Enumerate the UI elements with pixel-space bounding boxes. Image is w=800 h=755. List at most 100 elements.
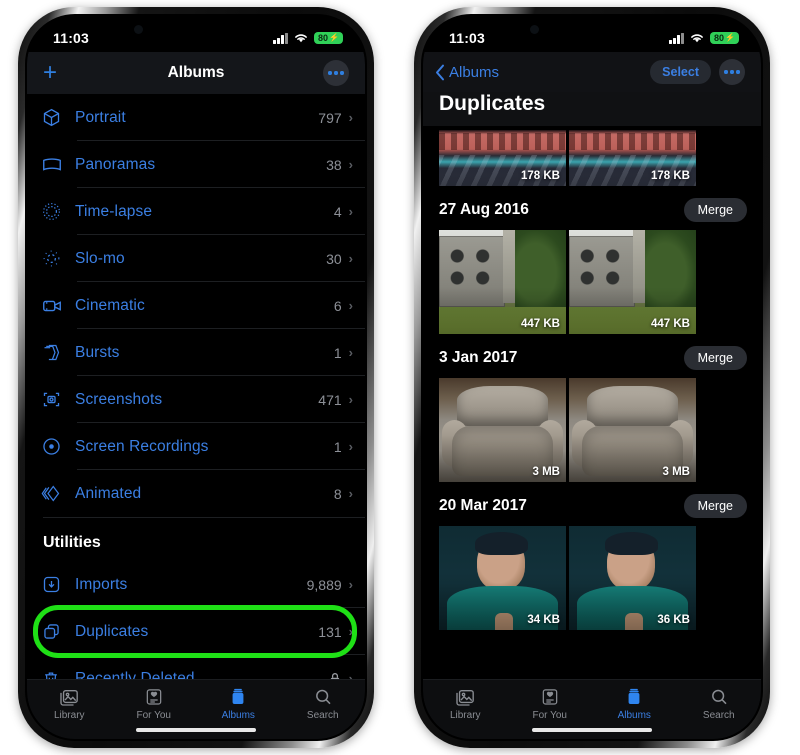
phone-right-bezel: 11:03 80 ⚡ 178 KB 178 KB 27 Aug 2016 Mer… bbox=[421, 14, 763, 741]
album-count: 1 bbox=[333, 344, 342, 361]
tab-library[interactable]: Library bbox=[430, 687, 500, 721]
page-title: Albums bbox=[167, 64, 225, 81]
photo-thumbnail[interactable]: 178 KB bbox=[439, 130, 566, 186]
merge-button[interactable]: Merge bbox=[683, 494, 747, 518]
animated-icon bbox=[41, 483, 75, 504]
duplicates-row-wrapper: Duplicates 131 › bbox=[27, 605, 365, 658]
sidebar-item-imports[interactable]: Imports 9,889 › bbox=[27, 561, 365, 608]
trash-icon bbox=[41, 669, 75, 679]
chevron-right-icon: › bbox=[348, 110, 353, 125]
bursts-icon bbox=[41, 342, 75, 363]
signal-bars-icon bbox=[273, 32, 289, 44]
battery-level: 80 bbox=[318, 32, 329, 43]
sidebar-item-portrait[interactable]: Portrait 797 › bbox=[27, 94, 365, 141]
duplicate-group: 178 KB 178 KB bbox=[423, 130, 761, 186]
duplicates-nav-bar: Albums Select bbox=[423, 52, 761, 92]
sidebar-item-recently-deleted[interactable]: Recently Deleted › bbox=[27, 655, 365, 679]
notch bbox=[122, 16, 270, 46]
album-label: Animated bbox=[75, 484, 142, 502]
front-camera-icon bbox=[530, 25, 539, 34]
chevron-right-icon: › bbox=[348, 486, 353, 501]
sidebar-item-cinematic[interactable]: Cinematic 6 › bbox=[27, 282, 365, 329]
portrait-cube-icon bbox=[41, 107, 75, 128]
album-label: Duplicates bbox=[75, 622, 149, 640]
duplicate-pair[interactable]: 447 KB 447 KB bbox=[439, 230, 761, 334]
duplicate-pair[interactable]: 3 MB 3 MB bbox=[439, 378, 761, 482]
home-indicator[interactable] bbox=[532, 727, 652, 732]
back-button[interactable]: Albums bbox=[435, 64, 499, 81]
duplicate-group-date: 20 Mar 2017 bbox=[439, 497, 527, 514]
more-options-button[interactable] bbox=[323, 60, 349, 86]
tab-for-you[interactable]: For You bbox=[515, 687, 585, 721]
library-icon bbox=[60, 689, 79, 706]
charging-bolt-icon: ⚡ bbox=[329, 33, 339, 42]
signal-bars-icon bbox=[669, 32, 685, 44]
tab-label: For You bbox=[136, 710, 171, 721]
sidebar-item-screen-recordings[interactable]: Screen Recordings 1 › bbox=[27, 423, 365, 470]
duplicate-group-header: 27 Aug 2016 Merge bbox=[439, 186, 761, 230]
duplicate-group-date: 3 Jan 2017 bbox=[439, 349, 518, 366]
photo-thumbnail[interactable]: 3 MB bbox=[439, 378, 566, 482]
photo-thumbnail[interactable]: 3 MB bbox=[569, 378, 696, 482]
photo-size-label: 36 KB bbox=[657, 614, 690, 626]
library-icon bbox=[456, 689, 475, 706]
duplicates-icon bbox=[41, 621, 75, 642]
more-options-button[interactable] bbox=[719, 59, 745, 85]
photo-size-label: 34 KB bbox=[527, 614, 560, 626]
photo-thumbnail[interactable]: 447 KB bbox=[439, 230, 566, 334]
timelapse-icon bbox=[41, 201, 75, 222]
chevron-right-icon: › bbox=[348, 157, 353, 172]
slomo-icon bbox=[41, 248, 75, 269]
tab-label: Albums bbox=[617, 710, 651, 721]
status-indicators: 80 ⚡ bbox=[273, 32, 343, 44]
album-count: 8 bbox=[333, 485, 342, 502]
album-label: Cinematic bbox=[75, 296, 145, 314]
tab-search[interactable]: Search bbox=[288, 687, 358, 721]
home-indicator[interactable] bbox=[136, 727, 256, 732]
tab-albums[interactable]: Albums bbox=[203, 687, 273, 721]
album-count: 30 bbox=[326, 250, 342, 267]
page-title: Duplicates bbox=[423, 92, 761, 126]
tab-search[interactable]: Search bbox=[684, 687, 754, 721]
sidebar-item-animated[interactable]: Animated 8 › bbox=[27, 470, 365, 517]
album-count: 797 bbox=[318, 109, 342, 126]
merge-button[interactable]: Merge bbox=[683, 198, 747, 222]
duplicates-scroll-view[interactable]: 178 KB 178 KB 27 Aug 2016 Merge 447 KB 4… bbox=[423, 92, 761, 679]
tab-for-you[interactable]: For You bbox=[119, 687, 189, 721]
tab-label: Search bbox=[306, 710, 339, 721]
album-label: Bursts bbox=[75, 343, 120, 361]
photo-thumbnail[interactable]: 447 KB bbox=[569, 230, 696, 334]
tab-albums[interactable]: Albums bbox=[599, 687, 669, 721]
screenshots-icon bbox=[41, 389, 75, 410]
sidebar-item-screenshots[interactable]: Screenshots 471 › bbox=[27, 376, 365, 423]
duplicate-pair[interactable]: 34 KB 36 KB bbox=[439, 526, 761, 630]
album-label: Imports bbox=[75, 575, 128, 593]
sidebar-item-bursts[interactable]: Bursts 1 › bbox=[27, 329, 365, 376]
album-label: Slo-mo bbox=[75, 249, 125, 267]
duplicate-group: 27 Aug 2016 Merge 447 KB 447 KB bbox=[423, 186, 761, 334]
duplicate-pair[interactable]: 178 KB 178 KB bbox=[439, 130, 761, 186]
screen-recordings-icon bbox=[41, 436, 75, 457]
album-count: 9,889 bbox=[306, 576, 342, 593]
albums-icon bbox=[628, 688, 640, 704]
sidebar-item-duplicates[interactable]: Duplicates 131 › bbox=[27, 608, 365, 655]
albums-list[interactable]: Portrait 797 › Panoramas 38 › Time-lapse… bbox=[27, 94, 365, 679]
battery-level: 80 bbox=[714, 32, 725, 43]
photo-thumbnail[interactable]: 36 KB bbox=[569, 526, 696, 630]
photo-thumbnail[interactable]: 34 KB bbox=[439, 526, 566, 630]
search-icon bbox=[315, 689, 331, 705]
sidebar-item-panoramas[interactable]: Panoramas 38 › bbox=[27, 141, 365, 188]
add-album-button[interactable]: + bbox=[43, 61, 57, 85]
panorama-icon bbox=[41, 154, 75, 176]
select-button[interactable]: Select bbox=[650, 60, 711, 84]
photo-thumbnail[interactable]: 178 KB bbox=[569, 130, 696, 186]
wifi-icon bbox=[295, 34, 307, 43]
merge-button[interactable]: Merge bbox=[683, 346, 747, 370]
tab-library[interactable]: Library bbox=[34, 687, 104, 721]
sidebar-item-time-lapse[interactable]: Time-lapse 4 › bbox=[27, 188, 365, 235]
chevron-left-icon bbox=[436, 64, 444, 80]
status-time: 11:03 bbox=[53, 30, 90, 46]
tab-label: Library bbox=[53, 710, 85, 721]
sidebar-item-slo-mo[interactable]: Slo-mo 30 › bbox=[27, 235, 365, 282]
photo-size-label: 3 MB bbox=[532, 466, 560, 478]
